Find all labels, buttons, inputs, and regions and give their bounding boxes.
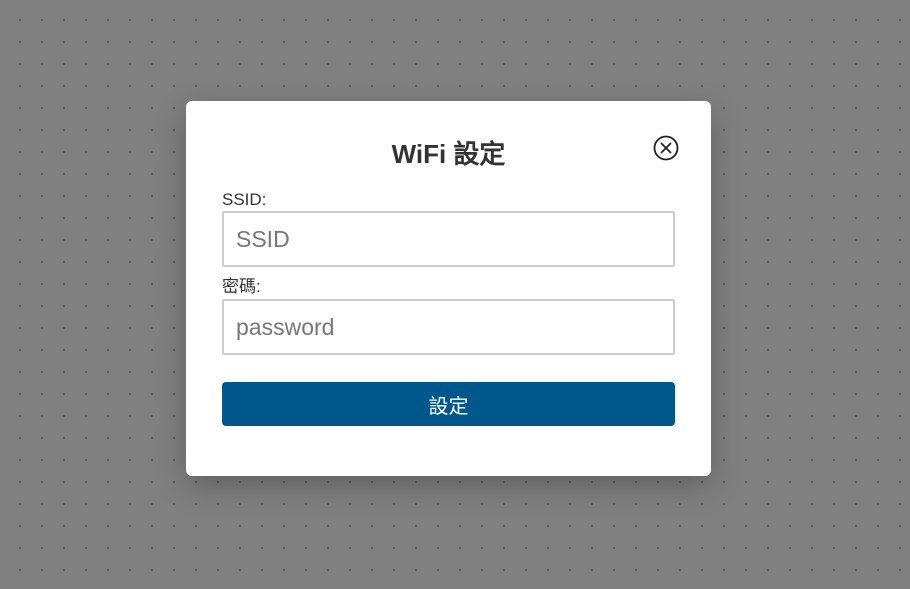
circle-close-icon: [653, 135, 679, 161]
password-input[interactable]: [222, 299, 675, 355]
ssid-input[interactable]: [222, 211, 675, 267]
password-label: 密碼:: [222, 277, 261, 296]
wifi-settings-dialog: WiFi 設定 SSID: 密碼: 設定: [186, 101, 711, 476]
ssid-label: SSID:: [222, 190, 267, 209]
close-button[interactable]: [653, 135, 679, 161]
dialog-title: WiFi 設定: [391, 139, 506, 169]
submit-button[interactable]: 設定: [222, 382, 675, 426]
